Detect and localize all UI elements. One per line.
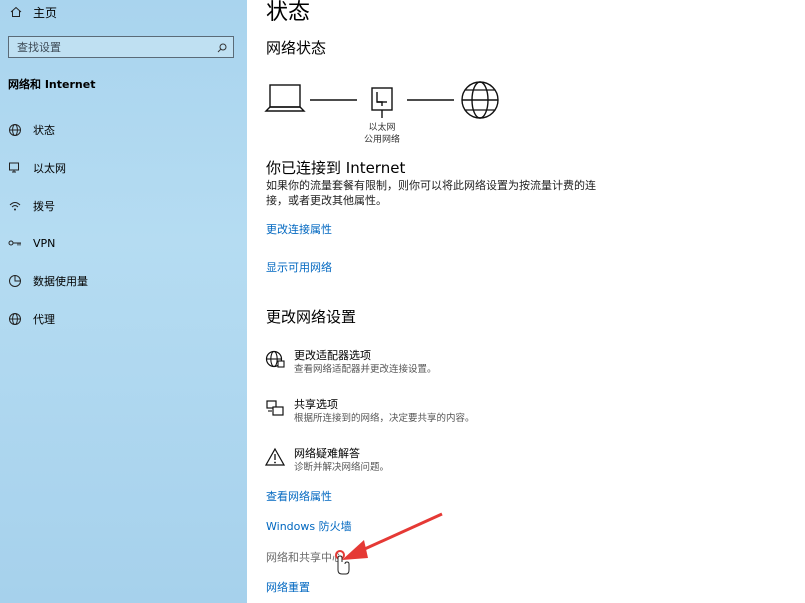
sidebar-section-title: 网络和 Internet	[8, 78, 96, 91]
sidebar-item-data-usage[interactable]: 数据使用量	[7, 270, 88, 292]
network-type-label: 公用网络	[363, 135, 400, 145]
search-box[interactable]	[8, 36, 234, 58]
home-label: 主页	[33, 5, 58, 20]
sidebar-item-status[interactable]: 状态	[7, 119, 55, 141]
connected-description: 如果你的流量套餐有限制，则你可以将此网络设置为按流量计费的连接，或者更改其他属性…	[266, 179, 596, 207]
sidebar-item-vpn[interactable]: VPN	[7, 232, 55, 254]
sidebar-item-dialup[interactable]: 拨号	[7, 195, 55, 217]
data-usage-icon	[7, 273, 23, 289]
change-connection-properties-link[interactable]: 更改连接属性	[266, 221, 332, 237]
internet-globe-icon	[461, 81, 499, 119]
sidebar-item-label: VPN	[33, 236, 56, 250]
connected-heading: 你已连接到 Internet	[266, 159, 406, 177]
change-network-settings-heading: 更改网络设置	[266, 308, 357, 326]
search-input[interactable]	[17, 40, 207, 54]
page-title: 状态	[266, 0, 311, 25]
option-subtitle: 查看网络适配器并更改连接设置。	[294, 364, 437, 375]
network-status-heading: 网络状态	[266, 39, 327, 57]
sidebar-item-label: 数据使用量	[33, 275, 88, 288]
vpn-icon	[7, 235, 23, 251]
sharing-options[interactable]: 共享选项 根据所连接到的网络，决定要共享的内容。	[264, 398, 475, 425]
option-subtitle: 诊断并解决网络问题。	[294, 462, 390, 473]
annotation-arrow	[335, 512, 443, 575]
sidebar-item-label: 代理	[33, 313, 55, 326]
sidebar-item-label: 状态	[33, 124, 55, 137]
sidebar-item-label: 以太网	[33, 162, 66, 175]
option-title: 共享选项	[294, 398, 338, 411]
home-icon	[8, 6, 24, 18]
ethernet-icon	[7, 160, 23, 176]
proxy-icon	[7, 311, 23, 327]
search-icon[interactable]	[217, 38, 227, 57]
show-available-networks-link[interactable]: 显示可用网络	[266, 259, 332, 275]
dialup-icon	[7, 198, 23, 214]
warning-icon	[264, 447, 286, 469]
sharing-icon	[264, 398, 286, 420]
option-title: 网络疑难解答	[294, 447, 360, 460]
sidebar-item-proxy[interactable]: 代理	[7, 308, 55, 330]
status-icon	[7, 122, 23, 138]
change-adapter-options[interactable]: 更改适配器选项 查看网络适配器并更改连接设置。	[264, 349, 437, 376]
sidebar: 主页 网络和 Internet 状态 以太网 拨号 VPN	[0, 0, 247, 603]
sidebar-item-ethernet[interactable]: 以太网	[7, 157, 66, 179]
adapter-globe-icon	[264, 349, 286, 371]
sidebar-item-label: 拨号	[33, 200, 55, 213]
network-diagram: 以太网 公用网络	[264, 78, 504, 148]
option-subtitle: 根据所连接到的网络，决定要共享的内容。	[294, 413, 475, 424]
network-troubleshooter[interactable]: 网络疑难解答 诊断并解决网络问题。	[264, 447, 389, 474]
option-title: 更改适配器选项	[294, 349, 371, 362]
home-link[interactable]: 主页	[8, 2, 57, 22]
computer-icon	[264, 84, 306, 112]
ethernet-adapter-icon	[371, 87, 393, 118]
view-network-properties-link[interactable]: 查看网络属性	[266, 488, 332, 504]
network-reset-link[interactable]: 网络重置	[266, 579, 310, 595]
